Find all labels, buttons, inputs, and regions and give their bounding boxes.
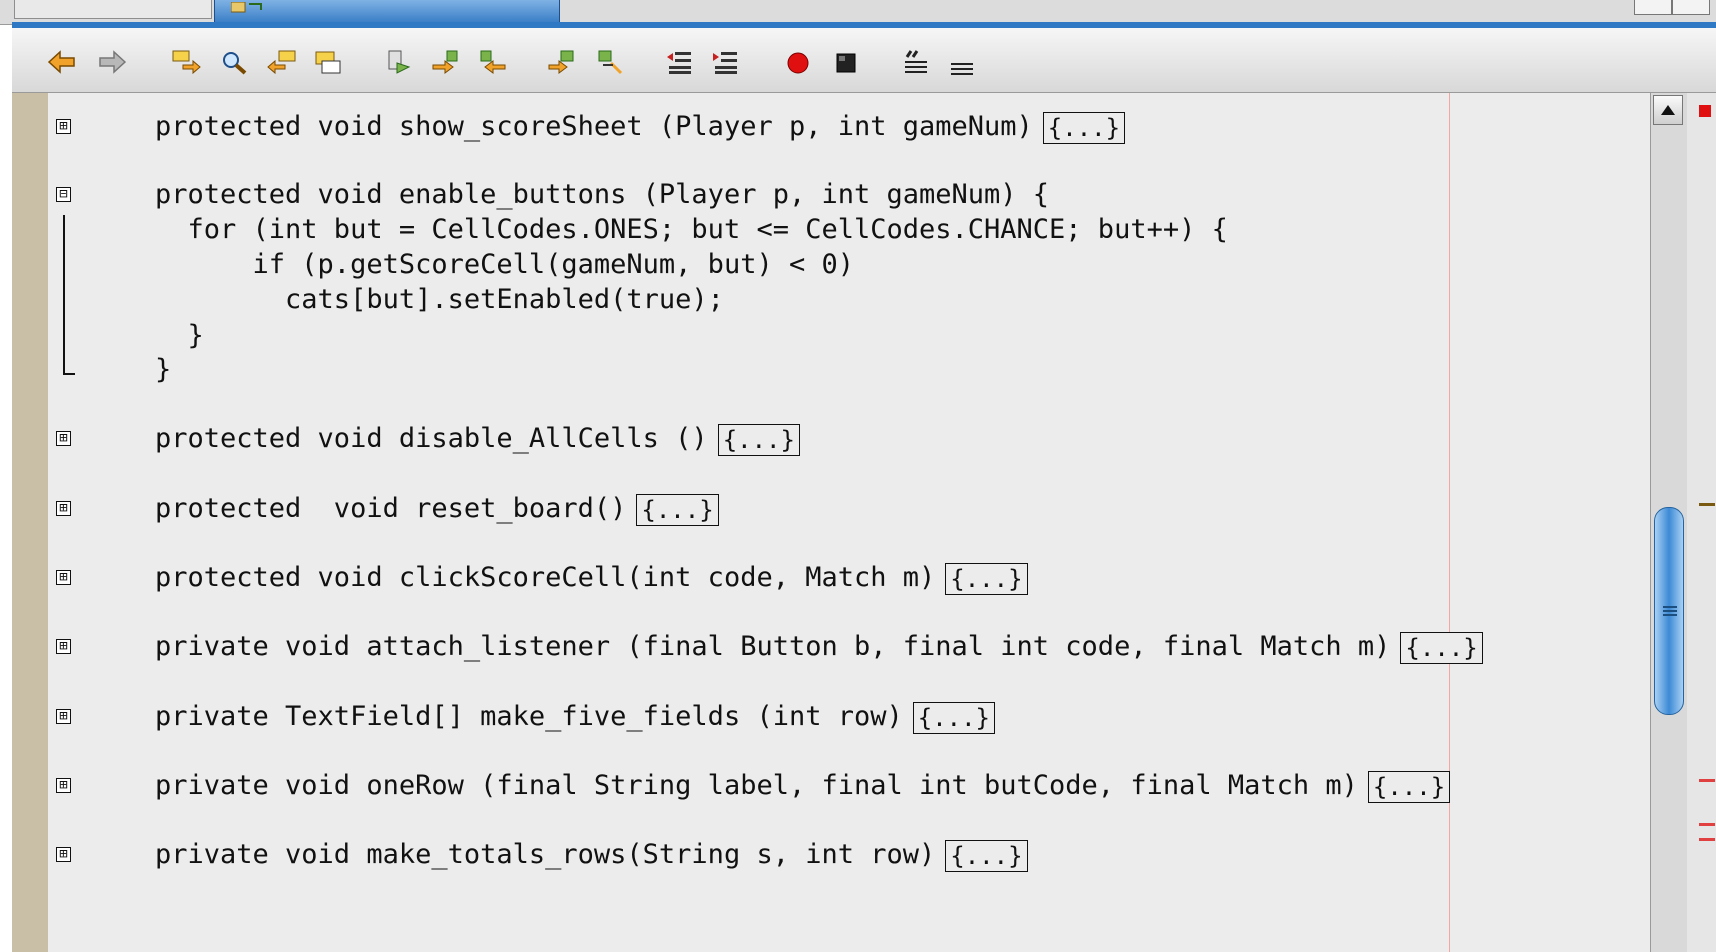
code-line: ⊞ protected void reset_board() {...} xyxy=(12,493,1652,533)
fold-collapse-icon[interactable]: ⊟ xyxy=(56,187,71,202)
code-line: cats[but].setEnabled(true); xyxy=(12,284,1652,324)
next-bookmark-icon[interactable] xyxy=(430,48,462,76)
fold-expand-icon[interactable]: ⊞ xyxy=(56,431,71,446)
code-line-text: } xyxy=(155,354,172,385)
code-line-text: protected void disable_AllCells () {...} xyxy=(155,423,800,456)
code-line-text: } xyxy=(155,320,204,351)
warning-marker[interactable] xyxy=(1699,779,1715,782)
vertical-scrollbar[interactable] xyxy=(1650,93,1687,952)
prev-usage-icon[interactable] xyxy=(594,48,626,76)
code-line-text: protected void reset_board() {...} xyxy=(155,493,719,526)
code-line-text: protected void clickScoreCell(int code, … xyxy=(155,562,1028,595)
search-next-icon[interactable] xyxy=(170,48,202,76)
grip-icon xyxy=(1663,606,1677,608)
comment-icon[interactable] xyxy=(900,48,932,76)
forward-arrow-icon[interactable] xyxy=(96,48,128,76)
fold-expand-icon[interactable]: ⊞ xyxy=(56,639,71,654)
warning-marker[interactable] xyxy=(1699,838,1715,841)
uncomment-icon[interactable] xyxy=(946,48,978,76)
search-prev-icon[interactable] xyxy=(266,48,298,76)
code-text: private void attach_listener (final Butt… xyxy=(155,631,1391,662)
window-close-button[interactable] xyxy=(1672,0,1710,15)
code-text: protected void reset_board() xyxy=(155,493,627,524)
code-line-text: private void make_totals_rows(String s, … xyxy=(155,839,1028,872)
record-macro-icon[interactable] xyxy=(782,48,814,76)
fold-expand-icon[interactable]: ⊞ xyxy=(56,119,71,134)
code-line: ⊞ private void make_totals_rows(String s… xyxy=(12,839,1652,879)
prev-bookmark-icon[interactable] xyxy=(476,48,508,76)
collapsed-block[interactable]: {...} xyxy=(1367,770,1451,803)
find-icon[interactable] xyxy=(218,48,250,76)
code-line: ⊞ protected void disable_AllCells () {...… xyxy=(12,423,1652,463)
code-line: ⊟ protected void enable_buttons (Player … xyxy=(12,179,1652,219)
fold-expand-icon[interactable]: ⊞ xyxy=(56,570,71,585)
code-line: ⊞ private void attach_listener (final Bu… xyxy=(12,631,1652,671)
collapsed-block[interactable]: {...} xyxy=(945,839,1028,872)
tab-inactive[interactable] xyxy=(14,0,212,19)
code-line: if (p.getScoreCell(gameNum, but) < 0) xyxy=(12,249,1652,289)
next-usage-icon[interactable] xyxy=(546,48,578,76)
code-line: ⊞ private TextField[] make_five_fields (… xyxy=(12,701,1652,741)
editor-toolbar xyxy=(12,28,1716,93)
back-arrow-icon[interactable] xyxy=(46,48,78,76)
stop-macro-icon[interactable] xyxy=(830,48,862,76)
code-line-text: protected void show_scoreSheet (Player p… xyxy=(155,111,1126,144)
fold-expand-icon[interactable]: ⊞ xyxy=(56,847,71,862)
code-text: protected void clickScoreCell(int code, … xyxy=(155,562,936,593)
code-editor[interactable]: ⊞ protected void show_scoreSheet (Player… xyxy=(12,93,1716,952)
collapsed-block[interactable]: {...} xyxy=(636,493,719,526)
scroll-thumb[interactable] xyxy=(1654,507,1684,715)
code-text: private void oneRow (final String label,… xyxy=(155,770,1358,801)
code-text: protected void show_scoreSheet (Player p… xyxy=(155,111,1033,142)
code-line-text: cats[but].setEnabled(true); xyxy=(155,284,724,315)
code-line-text: private TextField[] make_five_fields (in… xyxy=(155,701,995,734)
collapsed-block[interactable]: {...} xyxy=(717,423,800,456)
code-text: protected void disable_AllCells () xyxy=(155,423,708,454)
scroll-up-button[interactable] xyxy=(1653,95,1683,125)
annotation-marker[interactable] xyxy=(1699,503,1715,506)
code-line-text: if (p.getScoreCell(gameNum, but) < 0) xyxy=(155,249,854,280)
code-line-text: for (int but = CellCodes.ONES; but <= Ce… xyxy=(155,214,1228,245)
code-line-text: private void oneRow (final String label,… xyxy=(155,770,1451,803)
file-tab-icon xyxy=(231,2,262,13)
code-line: ⊞ private void oneRow (final String labe… xyxy=(12,770,1652,810)
warning-marker[interactable] xyxy=(1699,823,1715,826)
code-line: for (int but = CellCodes.ONES; but <= Ce… xyxy=(12,214,1652,254)
code-line: ⊞ protected void show_scoreSheet (Player… xyxy=(12,111,1652,151)
collapsed-block[interactable]: {...} xyxy=(912,701,995,734)
code-line: ⊞ protected void clickScoreCell(int code… xyxy=(12,562,1652,602)
fold-expand-icon[interactable]: ⊞ xyxy=(56,501,71,516)
collapsed-block[interactable]: {...} xyxy=(1042,111,1126,144)
collapsed-block[interactable]: {...} xyxy=(1400,631,1483,664)
error-marker[interactable] xyxy=(1699,105,1711,117)
code-line-text: protected void enable_buttons (Player p,… xyxy=(155,179,1050,210)
code-text: private TextField[] make_five_fields (in… xyxy=(155,701,903,732)
window-restore-button[interactable] xyxy=(1634,0,1672,15)
fold-expand-icon[interactable]: ⊞ xyxy=(56,778,71,793)
code-line-text: private void attach_listener (final Butt… xyxy=(155,631,1483,664)
code-text: private void make_totals_rows(String s, … xyxy=(155,839,936,870)
shift-left-icon[interactable] xyxy=(664,48,696,76)
error-stripe xyxy=(1687,93,1716,952)
shift-right-icon[interactable] xyxy=(710,48,742,76)
bookmark-icon[interactable] xyxy=(382,48,414,76)
fold-expand-icon[interactable]: ⊞ xyxy=(56,709,71,724)
collapsed-block[interactable]: {...} xyxy=(945,562,1028,595)
code-line: } xyxy=(12,354,1652,394)
toggle-search-icon[interactable] xyxy=(312,48,344,76)
triangle-up-icon xyxy=(1661,105,1675,115)
